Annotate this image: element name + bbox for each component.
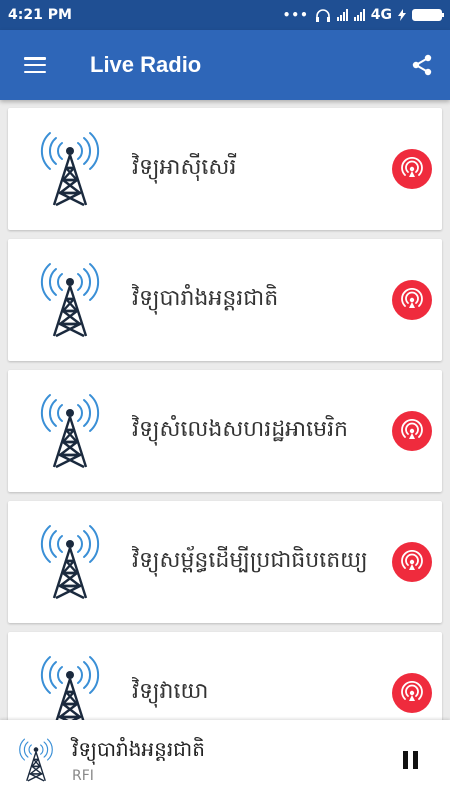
share-icon <box>412 54 432 76</box>
radio-tower-icon <box>36 655 104 720</box>
broadcast-icon <box>400 419 424 443</box>
headphones-icon <box>315 9 330 22</box>
signal-strength-2-icon <box>353 9 365 21</box>
now-playing-name: វិទ្យុបារាំងអន្តរជាតិ <box>72 737 205 761</box>
status-icons: ••• 4G <box>282 7 444 23</box>
hamburger-menu-icon <box>24 57 46 73</box>
network-type: 4G <box>370 7 392 23</box>
radio-tower-icon <box>16 738 56 782</box>
broadcast-icon <box>400 157 424 181</box>
now-playing-bar[interactable]: វិទ្យុបារាំងអន្តរជាតិ RFI <box>0 720 450 800</box>
station-name: វិទ្យុសម្ព័ន្ធដើម្បីប្រជាធិបតេយ្យ <box>132 548 368 573</box>
radio-tower-icon <box>36 524 104 600</box>
broadcast-icon <box>400 288 424 312</box>
play-station-button[interactable] <box>392 280 432 320</box>
play-station-button[interactable] <box>392 149 432 189</box>
radio-tower-icon <box>36 393 104 469</box>
play-station-button[interactable] <box>392 411 432 451</box>
battery-icon <box>412 9 444 21</box>
play-station-button[interactable] <box>392 673 432 713</box>
station-list[interactable]: វិទ្យុអាស៊ីសេរី វិទ្យុបារាំងអន្តរជាតិ វិ… <box>0 100 450 720</box>
menu-button[interactable] <box>0 30 70 100</box>
station-name: វិទ្យុបារាំងអន្តរជាតិ <box>132 286 279 311</box>
share-button[interactable] <box>394 30 450 100</box>
now-playing-info: វិទ្យុបារាំងអន្តរជាតិ RFI <box>72 736 390 784</box>
broadcast-icon <box>400 550 424 574</box>
station-name: វិទ្យុសំលេងសហរដ្ឋអាមេរិក <box>132 417 349 442</box>
radio-tower-icon <box>36 131 104 207</box>
signal-strength-icon <box>336 9 348 21</box>
station-name: វិទ្យុវាយោ <box>132 679 209 704</box>
radio-tower-icon <box>36 262 104 338</box>
notification-dots-icon: ••• <box>282 8 309 22</box>
broadcast-icon <box>400 681 424 705</box>
page-title: Live Radio <box>90 52 202 77</box>
station-card[interactable]: វិទ្យុសំលេងសហរដ្ឋអាមេរិក <box>8 370 442 492</box>
pause-icon <box>402 751 408 769</box>
play-station-button[interactable] <box>392 542 432 582</box>
station-card[interactable]: វិទ្យុអាស៊ីសេរី <box>8 108 442 230</box>
app-bar: Live Radio <box>0 30 450 100</box>
status-time: 4:21 PM <box>8 7 72 23</box>
station-card[interactable]: វិទ្យុបារាំងអន្តរជាតិ <box>8 239 442 361</box>
station-name: វិទ្យុអាស៊ីសេរី <box>132 155 237 180</box>
station-card[interactable]: វិទ្យុសម្ព័ន្ធដើម្បីប្រជាធិបតេយ្យ <box>8 501 442 623</box>
status-bar: 4:21 PM ••• 4G <box>0 0 450 30</box>
now-playing-subtitle: RFI <box>72 768 94 784</box>
station-card[interactable]: វិទ្យុវាយោ <box>8 632 442 720</box>
pause-button[interactable] <box>390 740 430 780</box>
charging-icon <box>398 9 406 21</box>
